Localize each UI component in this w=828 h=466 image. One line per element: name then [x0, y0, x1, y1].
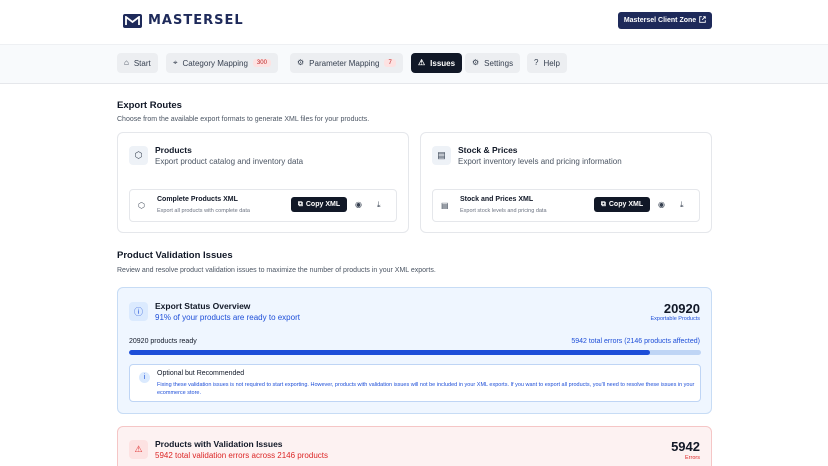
errors-count: 5942	[671, 439, 700, 454]
card-subtitle: Export product catalog and inventory dat…	[155, 157, 304, 166]
validation-errors-card[interactable]: ⚠ Products with Validation Issues 5942 t…	[117, 426, 712, 466]
copy-xml-label: Copy XML	[608, 201, 644, 208]
map-pin-icon: ⌖	[173, 58, 178, 67]
tab-label: Issues	[430, 58, 456, 68]
card-title: Stock & Prices	[458, 145, 518, 155]
logo-mark-icon	[123, 13, 142, 28]
xml-file-title: Complete Products XML	[157, 196, 238, 203]
errors-count-label: Errors	[685, 455, 700, 461]
view-icon[interactable]: ◉	[658, 200, 665, 209]
xml-file-subtitle: Export all products with complete data	[157, 208, 250, 214]
info-icon: ⓘ	[129, 302, 148, 321]
status-subtitle: 91% of your products are ready to export	[155, 313, 300, 322]
xml-file-title: Stock and Prices XML	[460, 196, 534, 203]
box-icon: ⬡	[129, 146, 148, 165]
copy-xml-label: Copy XML	[305, 201, 341, 208]
client-zone-button[interactable]: Mastersel Client Zone	[618, 12, 712, 29]
top-header: MASTERSEL Mastersel Client Zone	[0, 0, 828, 40]
validation-title: Product Validation Issues	[117, 250, 233, 261]
note-body: Fixing these validation issues is not re…	[157, 382, 695, 396]
errors-subtitle: 5942 total validation errors across 2146…	[155, 451, 328, 460]
copy-icon: ⧉	[297, 200, 303, 208]
exportable-label: Exportable Products	[650, 316, 700, 322]
client-zone-label: Mastersel Client Zone	[623, 17, 697, 24]
info-icon: i	[139, 372, 150, 383]
warning-icon: ⚠	[129, 440, 148, 459]
brand-logo[interactable]: MASTERSEL	[123, 13, 244, 28]
stock-prices-card: ▤ Stock & Prices Export inventory levels…	[420, 132, 712, 233]
nav-bar: ⌂ Start ⌖ Category Mapping 300 ⚙ Paramet…	[0, 44, 828, 84]
export-status-card: ⓘ Export Status Overview 91% of your pro…	[117, 287, 712, 414]
download-icon[interactable]: ⤓	[377, 200, 381, 210]
archive-icon: ▤	[432, 146, 451, 165]
warning-icon: ⚠	[418, 58, 426, 67]
tab-label: Settings	[484, 58, 514, 68]
tab-label: Help	[543, 58, 560, 68]
copy-xml-button[interactable]: ⧉ Copy XML	[291, 197, 347, 212]
products-xml-row: ⬡ Complete Products XML Export all produ…	[129, 189, 397, 222]
tab-badge: 7	[384, 59, 396, 67]
copy-icon: ⧉	[600, 200, 606, 208]
stock-prices-xml-row: ▤ Stock and Prices XML Export stock leve…	[432, 189, 700, 222]
tab-label: Parameter Mapping	[309, 58, 380, 68]
tab-label: Category Mapping	[182, 58, 248, 68]
card-subtitle: Export inventory levels and pricing info…	[458, 157, 622, 166]
recommendation-note: i Optional but Recommended Fixing these …	[129, 364, 701, 402]
exportable-count: 20920	[663, 301, 700, 316]
download-icon[interactable]: ⤓	[680, 200, 684, 210]
status-title: Export Status Overview	[155, 301, 251, 311]
brand-name: MASTERSEL	[148, 13, 244, 28]
xml-file-subtitle: Export stock levels and pricing data	[460, 208, 547, 214]
validation-description: Review and resolve product validation is…	[117, 267, 436, 274]
tab-start[interactable]: ⌂ Start	[117, 53, 158, 73]
tab-category-mapping[interactable]: ⌖ Category Mapping 300	[166, 53, 278, 73]
card-title: Products	[155, 145, 192, 155]
note-title: Optional but Recommended	[157, 370, 245, 377]
tab-label: Start	[133, 58, 151, 68]
gear-icon: ⚙	[472, 58, 480, 67]
help-icon: ?	[534, 58, 539, 67]
total-errors-label: 5942 total errors (2146 products affecte…	[571, 338, 700, 345]
copy-xml-button[interactable]: ⧉ Copy XML	[594, 197, 650, 212]
external-link-icon	[699, 16, 706, 25]
export-routes-title: Export Routes	[117, 100, 182, 111]
products-ready-label: 20920 products ready	[129, 338, 197, 345]
errors-title: Products with Validation Issues	[155, 439, 283, 449]
tab-settings[interactable]: ⚙ Settings	[465, 53, 521, 73]
export-progress-fill	[129, 350, 650, 355]
tab-help[interactable]: ? Help	[527, 53, 567, 73]
view-icon[interactable]: ◉	[355, 200, 362, 209]
archive-icon: ▤	[441, 201, 449, 210]
home-icon: ⌂	[124, 58, 129, 67]
products-card: ⬡ Products Export product catalog and in…	[117, 132, 409, 233]
tab-parameter-mapping[interactable]: ⚙ Parameter Mapping 7	[290, 53, 403, 73]
export-progress-bar	[129, 350, 701, 355]
tab-badge: 300	[252, 59, 271, 67]
tab-issues[interactable]: ⚠ Issues	[411, 53, 463, 73]
export-routes-description: Choose from the available export formats…	[117, 116, 370, 123]
cog-icon: ⚙	[297, 58, 305, 67]
box-icon: ⬡	[138, 201, 145, 210]
